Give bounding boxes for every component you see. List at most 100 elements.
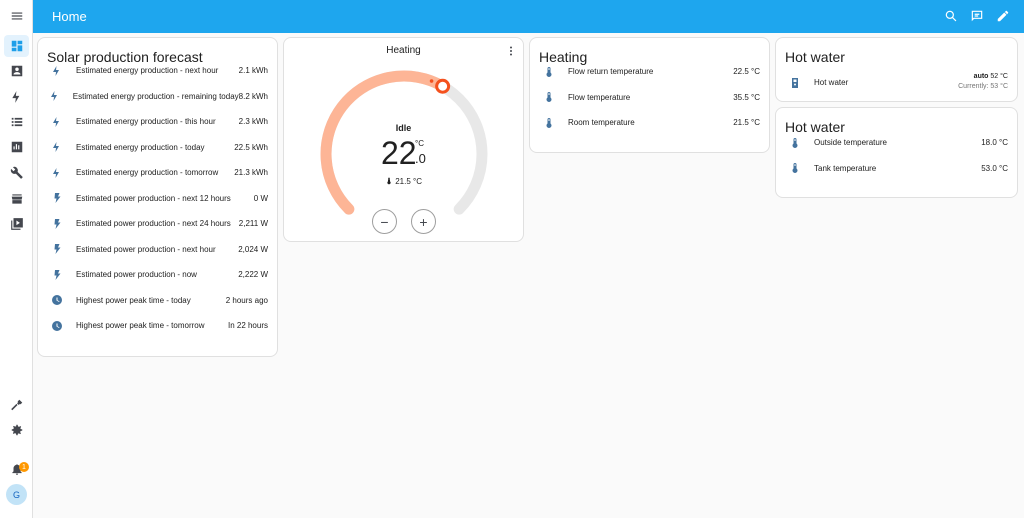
entity-row[interactable]: Estimated power production - next 24 hou… (38, 211, 277, 236)
target-integer: 22 (381, 135, 417, 171)
lightning-icon (49, 63, 65, 79)
row-value: 2,222 W (238, 270, 268, 279)
water-heater-state: auto 52 °C Currently: 53 °C (958, 73, 1008, 90)
entity-row[interactable]: Estimated energy production - next hour 2… (38, 58, 277, 83)
menu-toggle-button[interactable] (4, 5, 29, 27)
power-icon (49, 267, 65, 283)
power-icon (49, 216, 65, 232)
row-value: 18.0 °C (981, 138, 1008, 147)
thermometer-icon (541, 64, 557, 80)
current-temperature: 21.5 °C (284, 177, 523, 186)
gear-icon (11, 424, 22, 436)
account-box-icon (11, 65, 22, 77)
hvac-state: Idle (395, 123, 412, 133)
setpoint-marker (429, 79, 434, 83)
hamburger-icon (11, 12, 22, 20)
entity-row[interactable]: Estimated energy production - tomorrow 21… (38, 160, 277, 185)
row-label: Estimated energy production - tomorrow (76, 168, 219, 177)
entity-row[interactable]: Estimated energy production - today 22.5 … (38, 135, 277, 160)
row-value: 2.3 kWh (238, 117, 268, 126)
entity-row[interactable]: Highest power peak time - today 2 hours a… (38, 288, 277, 313)
store-icon (11, 194, 22, 204)
entity-row[interactable]: Outside temperature 18.0 °C (776, 130, 1017, 155)
thermostat-card: Heating Idle 22 °C .0 21.5 °C − + (283, 37, 524, 242)
search-icon (945, 10, 957, 22)
sidebar-item-settings[interactable] (4, 419, 29, 441)
entity-row[interactable]: Flow temperature 35.5 °C (530, 85, 769, 110)
sidebar-item-logbook[interactable] (4, 111, 29, 133)
power-icon (49, 190, 65, 206)
entity-row[interactable]: Tank temperature 53.0 °C (776, 156, 1017, 181)
solar-forecast-card: Solar production forecast Estimated ener… (37, 37, 278, 357)
row-value: 21.5 °C (733, 118, 760, 127)
thermometer-icon (787, 160, 803, 176)
avatar[interactable]: G (6, 484, 27, 505)
sidebar-item-energy[interactable] (4, 86, 29, 108)
entity-row[interactable]: Room temperature 21.5 °C (530, 110, 769, 135)
hot-water-heater-card: Hot water Hot water auto 52 °C Currently… (775, 37, 1018, 102)
heating-entities-card: Heating Flow return temperature 22.5 °C Fl… (529, 37, 770, 153)
chart-icon (11, 141, 22, 153)
row-label: Flow return temperature (568, 67, 654, 76)
current-temperature-value: 21.5 °C (395, 177, 422, 186)
notification-badge: 1 (19, 462, 29, 472)
entity-row[interactable]: Highest power peak time - tomorrow In 22 … (38, 313, 277, 338)
row-label: Estimated power production - now (76, 270, 197, 279)
decrease-temperature-button[interactable]: − (372, 209, 397, 234)
row-value: 53.0 °C (981, 163, 1008, 173)
sidebar: 1 G (0, 0, 33, 518)
sidebar-item-map[interactable] (4, 60, 29, 82)
entity-row[interactable]: Estimated energy production - this hour 2… (38, 109, 277, 134)
dashboard-icon (11, 40, 22, 52)
thermostat-title: Heating (386, 45, 421, 56)
entity-row[interactable]: Flow return temperature 22.5 °C (530, 59, 769, 84)
thermometer-icon (787, 135, 803, 151)
thermometer-icon (387, 177, 391, 185)
thermometer-icon (541, 89, 557, 105)
lightning-icon (49, 139, 65, 155)
row-value: 22.5 kWh (234, 142, 268, 152)
row-label: Estimated power production - next 24 hou… (76, 219, 231, 228)
clock-icon (49, 292, 65, 308)
row-label: Flow temperature (568, 92, 631, 102)
row-value: 2.1 kWh (238, 66, 268, 75)
entity-row[interactable]: Estimated power production - next hour 2,… (38, 237, 277, 262)
edit-dashboard-button[interactable] (994, 7, 1012, 25)
row-value: 2,024 W (238, 244, 268, 254)
hammer-icon (10, 399, 22, 411)
sidebar-item-overview[interactable] (4, 35, 29, 57)
sidebar-item-settings-tools[interactable] (4, 162, 29, 184)
lightning-icon (49, 165, 65, 181)
sidebar-item-media[interactable] (4, 213, 29, 235)
lightning-icon (49, 88, 62, 104)
entity-row[interactable]: Estimated power production - next 12 hou… (38, 186, 277, 211)
card-title: Hot water (785, 49, 845, 65)
entity-row[interactable]: Estimated power production - now 2,222 W (38, 262, 277, 287)
assist-button[interactable] (968, 7, 986, 25)
dots-vertical-icon (510, 46, 512, 56)
row-label: Estimated energy production - remaining … (72, 91, 239, 101)
pencil-icon (997, 10, 1009, 22)
search-button[interactable] (942, 7, 960, 25)
row-value: In 22 hours (227, 321, 268, 330)
sidebar-item-store[interactable] (4, 188, 29, 210)
more-info-button[interactable] (505, 44, 517, 58)
clock-icon (49, 318, 65, 334)
sidebar-item-history[interactable] (4, 136, 29, 158)
increase-temperature-button[interactable]: + (411, 209, 436, 234)
sidebar-item-developer-tools[interactable] (4, 394, 29, 416)
row-label: Estimated energy production - today (76, 142, 205, 152)
list-icon (11, 117, 22, 127)
row-value: 8.2 kWh (238, 91, 268, 101)
row-value: 2,211 W (238, 219, 268, 228)
setpoint-value: 52 °C (990, 73, 1008, 80)
operation-mode: auto (973, 73, 989, 80)
lightning-icon (11, 91, 19, 103)
hot-water-sensors-card: Hot water Outside temperature 18.0 °C Tank… (775, 107, 1018, 198)
setpoint-handle[interactable] (435, 78, 451, 94)
entity-row[interactable]: Estimated energy production - remaining … (38, 84, 277, 109)
row-value: 21.3 kWh (234, 168, 268, 177)
row-label: Room temperature (568, 118, 635, 127)
target-decimal: .0 (415, 151, 426, 166)
current-value: Currently: 53 °C (958, 83, 1008, 90)
